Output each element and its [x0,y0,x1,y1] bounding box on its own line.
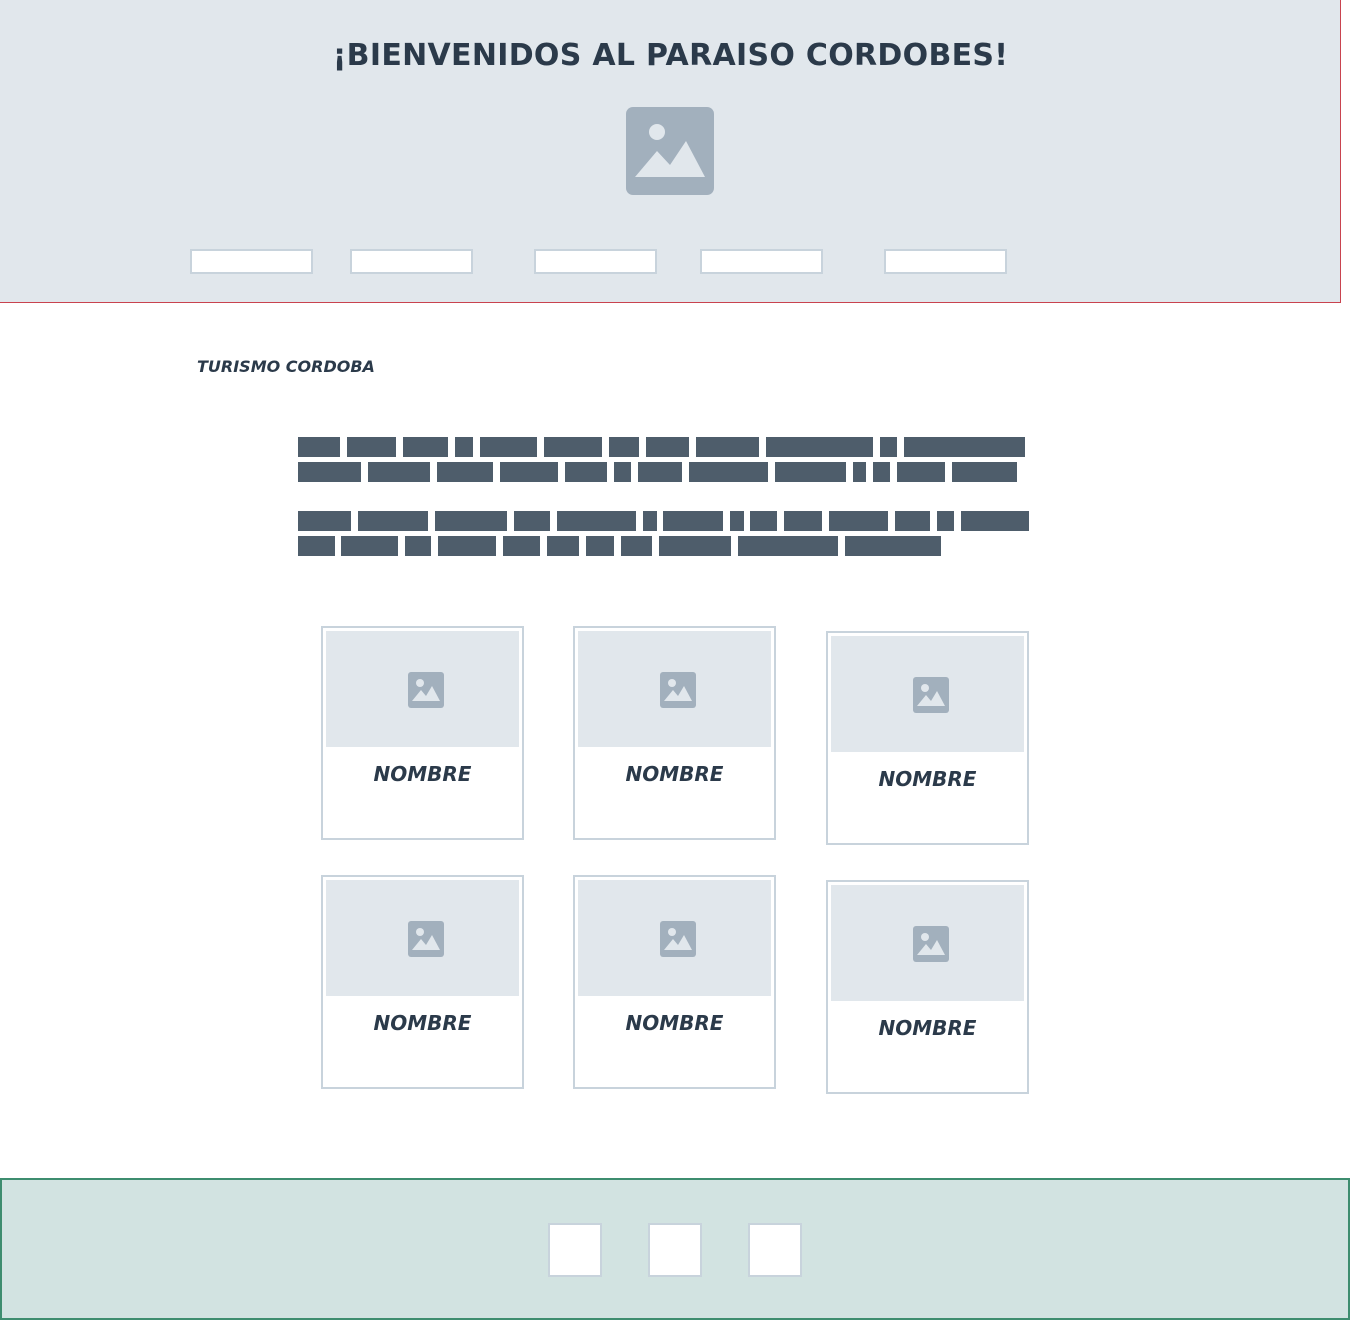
text-line [298,536,958,556]
text-placeholder [435,511,507,531]
card-image [578,880,771,996]
text-placeholder [347,437,396,457]
text-placeholder [503,536,540,556]
text-placeholder [873,462,890,482]
image-placeholder-icon [913,926,949,962]
social-link-3[interactable] [748,1223,802,1277]
text-placeholder [895,511,930,531]
text-placeholder [609,437,639,457]
text-placeholder [438,536,496,556]
text-placeholder [646,437,689,457]
text-placeholder [480,437,537,457]
site-title: ¡BIENVENIDOS AL PARAISO CORDOBES! [332,38,1009,73]
card-label: NOMBRE [878,767,977,791]
text-line [298,437,1028,457]
destination-card[interactable]: NOMBRE [826,631,1029,845]
text-placeholder [750,511,777,531]
nav-item-2[interactable] [350,249,473,274]
text-placeholder [565,462,607,482]
destination-card[interactable]: NOMBRE [321,875,524,1089]
social-link-1[interactable] [548,1223,602,1277]
card-label: NOMBRE [373,762,472,786]
destination-card[interactable]: NOMBRE [573,875,776,1089]
text-placeholder [358,511,428,531]
text-placeholder [586,536,614,556]
section-title: TURISMO CORDOBA [197,357,375,376]
card-label: NOMBRE [373,1011,472,1035]
text-placeholder [298,536,335,556]
social-link-2[interactable] [648,1223,702,1277]
text-placeholder [730,511,744,531]
destination-card[interactable]: NOMBRE [321,626,524,840]
nav-item-1[interactable] [190,249,313,274]
text-placeholder [663,511,723,531]
text-placeholder [614,462,631,482]
card-image [831,636,1024,752]
text-placeholder [557,511,636,531]
text-placeholder [853,462,866,482]
text-placeholder [689,462,768,482]
text-placeholder [845,536,941,556]
text-placeholder [544,437,602,457]
text-placeholder [298,511,351,531]
text-placeholder [298,462,361,482]
text-placeholder [403,437,448,457]
text-placeholder [880,437,897,457]
card-image [831,885,1024,1001]
text-placeholder [621,536,652,556]
card-label: NOMBRE [625,1011,724,1035]
image-placeholder-icon [660,672,696,708]
text-placeholder [405,536,431,556]
image-placeholder-icon [913,677,949,713]
text-placeholder [775,462,846,482]
text-placeholder [298,437,340,457]
nav-item-5[interactable] [884,249,1007,274]
image-placeholder-icon [626,107,714,195]
card-image [326,880,519,996]
text-placeholder [696,437,759,457]
text-placeholder [784,511,822,531]
nav-item-4[interactable] [700,249,823,274]
text-placeholder [514,511,550,531]
text-placeholder [738,536,838,556]
image-placeholder-icon [408,921,444,957]
destination-card[interactable]: NOMBRE [826,880,1029,1094]
image-placeholder-icon [408,672,444,708]
text-placeholder [368,462,430,482]
site-header: ¡BIENVENIDOS AL PARAISO CORDOBES! [0,0,1341,303]
text-placeholder [341,536,398,556]
text-line [298,462,1028,482]
text-placeholder [766,437,873,457]
text-placeholder [638,462,682,482]
text-placeholder [961,511,1029,531]
text-placeholder [952,462,1017,482]
text-placeholder [937,511,954,531]
text-placeholder [904,437,1025,457]
destination-card[interactable]: NOMBRE [573,626,776,840]
text-placeholder [437,462,493,482]
text-line [298,511,1030,531]
text-placeholder [500,462,558,482]
text-placeholder [659,536,731,556]
text-placeholder [897,462,945,482]
text-placeholder [547,536,579,556]
card-image [578,631,771,747]
text-placeholder [829,511,888,531]
text-placeholder [643,511,657,531]
card-image [326,631,519,747]
image-placeholder-icon [660,921,696,957]
site-footer [0,1178,1350,1320]
card-label: NOMBRE [878,1016,977,1040]
text-placeholder [455,437,473,457]
nav-item-3[interactable] [534,249,657,274]
card-label: NOMBRE [625,762,724,786]
